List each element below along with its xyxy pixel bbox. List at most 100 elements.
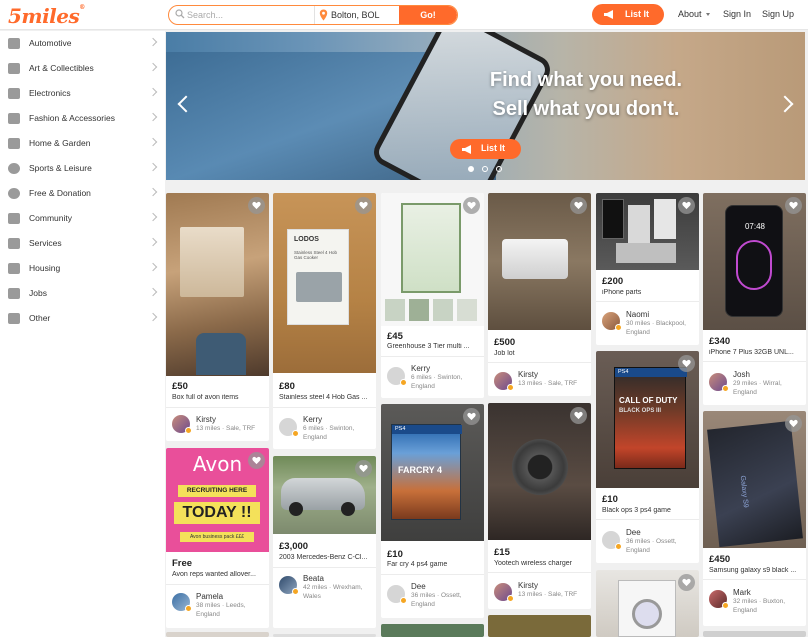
- seller-name[interactable]: Pamela: [196, 592, 223, 601]
- seller-name[interactable]: Kirsty: [196, 415, 216, 424]
- hero-list-it-button[interactable]: List It: [450, 139, 521, 159]
- carousel-dot-1[interactable]: [468, 166, 474, 172]
- verified-badge-icon: [615, 324, 622, 331]
- favorite-button[interactable]: [463, 197, 480, 214]
- listing-card[interactable]: Galaxy S9 £450 Samsung galaxy s9 black .…: [703, 411, 806, 626]
- seller-name[interactable]: Kirsty: [518, 370, 538, 379]
- photo-items: [180, 227, 244, 297]
- favorite-button[interactable]: [570, 407, 587, 424]
- listing-card[interactable]: 07:48 £340 iPhone 7 Plus 32GB UNL... Jos…: [703, 193, 806, 405]
- seller-location: 32 miles · Buxton, England: [733, 598, 786, 614]
- search-input[interactable]: [187, 6, 313, 24]
- sign-in-link[interactable]: Sign In: [723, 9, 751, 19]
- free-icon: [8, 188, 20, 199]
- seller-name[interactable]: Kerry: [411, 364, 430, 373]
- sidebar-item-fashion[interactable]: Fashion & Accessories: [0, 106, 165, 131]
- listing-card[interactable]: Avon RECRUITING HERE TODAY !! Avon busin…: [166, 448, 269, 628]
- seller-location: 6 miles · Swinton, England: [411, 374, 463, 390]
- listing-card[interactable]: [381, 624, 484, 637]
- listing-card[interactable]: PS4 CALL OF DUTY BLACK OPS III £10 Black…: [596, 351, 699, 563]
- favorite-button[interactable]: [248, 197, 265, 214]
- seller-name[interactable]: Josh: [733, 370, 750, 379]
- divider: [273, 567, 376, 568]
- list-it-button[interactable]: List It: [592, 4, 664, 25]
- pack-sign: Avon business pack £££: [180, 532, 254, 542]
- sidebar-item-home-garden[interactable]: Home & Garden: [0, 131, 165, 156]
- favorite-button[interactable]: [678, 355, 695, 372]
- carousel-dot-2[interactable]: [482, 166, 488, 172]
- car-icon: [8, 38, 20, 49]
- sidebar-item-automotive[interactable]: Automotive: [0, 31, 165, 56]
- listing-title: Stainless steel 4 Hob Gas ...: [279, 394, 368, 401]
- logo-text: 5miles: [8, 4, 80, 28]
- sidebar-item-housing[interactable]: Housing: [0, 256, 165, 281]
- sidebar-item-sports[interactable]: Sports & Leisure: [0, 156, 165, 181]
- favorite-button[interactable]: [355, 197, 372, 214]
- sidebar-item-services[interactable]: Services: [0, 231, 165, 256]
- chevron-right-icon: [148, 212, 158, 222]
- listing-price: £450: [709, 554, 731, 565]
- search-icon: [175, 9, 185, 19]
- listing-card[interactable]: [488, 615, 591, 637]
- favorite-button[interactable]: [248, 452, 265, 469]
- listing-title: Black ops 3 ps4 game: [602, 507, 671, 514]
- seller-location: 38 miles · Leeds, England: [196, 602, 246, 618]
- divider: [703, 579, 806, 580]
- sidebar-item-other[interactable]: Other: [0, 306, 165, 331]
- listing-price: £340: [709, 336, 731, 347]
- listing-card[interactable]: LODOS Stainless Steel 4 Hob Gas Cooker £…: [273, 193, 376, 449]
- wireless-charger: [512, 439, 568, 495]
- sidebar-item-free[interactable]: Free & Donation: [0, 181, 165, 206]
- chevron-right-icon: [148, 37, 158, 47]
- favorite-button[interactable]: [785, 415, 802, 432]
- seller-name[interactable]: Dee: [411, 582, 426, 591]
- verified-badge-icon: [292, 588, 299, 595]
- about-menu[interactable]: About: [678, 9, 710, 19]
- seller-name[interactable]: Kerry: [303, 415, 322, 424]
- listing-card[interactable]: [166, 632, 269, 637]
- carousel-dot-3[interactable]: [496, 166, 502, 172]
- listing-photo: LODOS Stainless Steel 4 Hob Gas Cooker: [273, 193, 376, 373]
- sidebar-item-label: Free & Donation: [29, 188, 91, 198]
- box-brand-text: LODOS: [294, 236, 319, 243]
- site-logo[interactable]: 5miles®: [8, 4, 85, 28]
- favorite-button[interactable]: [463, 408, 480, 425]
- listing-card[interactable]: £500 Job lot Kirsty 13 miles · Sale, TRF: [488, 193, 591, 396]
- listing-card[interactable]: £15 Yootech wireless charger Kirsty 13 m…: [488, 403, 591, 609]
- favorite-button[interactable]: [785, 197, 802, 214]
- location-field[interactable]: Bolton, BOL: [331, 10, 380, 20]
- go-button[interactable]: Go!: [399, 6, 457, 24]
- game-title: FARCRY 4: [398, 465, 443, 475]
- listing-card[interactable]: £45 Greenhouse 3 Tier multi ... Kerry 6 …: [381, 193, 484, 398]
- sidebar-item-electronics[interactable]: Electronics: [0, 81, 165, 106]
- listing-card[interactable]: [596, 570, 699, 637]
- sidebar-item-art[interactable]: Art & Collectibles: [0, 56, 165, 81]
- list-it-label: List It: [625, 9, 649, 19]
- favorite-button[interactable]: [570, 197, 587, 214]
- heart-icon: [789, 201, 798, 210]
- seller-name[interactable]: Naomi: [626, 310, 649, 319]
- seller-name[interactable]: Dee: [626, 528, 641, 537]
- seller-name[interactable]: Beata: [303, 574, 324, 583]
- sidebar-item-jobs[interactable]: Jobs: [0, 281, 165, 306]
- listing-card[interactable]: [703, 631, 806, 637]
- registered-mark: ®: [79, 4, 85, 11]
- listing-card[interactable]: £200 iPhone parts Naomi 30 miles · Black…: [596, 193, 699, 345]
- listing-card[interactable]: PS4 FARCRY 4 £10 Far cry 4 ps4 game Dee …: [381, 404, 484, 618]
- listing-card[interactable]: £3,000 2003 Mercedes-Benz C-Cl... Beata …: [273, 456, 376, 628]
- sign-up-link[interactable]: Sign Up: [762, 9, 794, 19]
- seller-name[interactable]: Mark: [733, 588, 751, 597]
- photo-jeans: [196, 333, 246, 375]
- favorite-button[interactable]: [678, 197, 695, 214]
- phone-part: [654, 199, 676, 239]
- recruiting-sign: RECRUITING HERE: [178, 485, 256, 497]
- sidebar-item-community[interactable]: Community: [0, 206, 165, 231]
- favorite-button[interactable]: [678, 574, 695, 591]
- divider: [488, 572, 591, 573]
- listing-card[interactable]: £50 Box full of avon items Kirsty 13 mil…: [166, 193, 269, 441]
- favorite-button[interactable]: [355, 460, 372, 477]
- seller-name[interactable]: Kirsty: [518, 581, 538, 590]
- top-header: 5miles® Bolton, BOL Go! List It About Si…: [0, 0, 808, 30]
- sidebar-item-label: Electronics: [29, 88, 71, 98]
- listing-price: £45: [387, 331, 403, 342]
